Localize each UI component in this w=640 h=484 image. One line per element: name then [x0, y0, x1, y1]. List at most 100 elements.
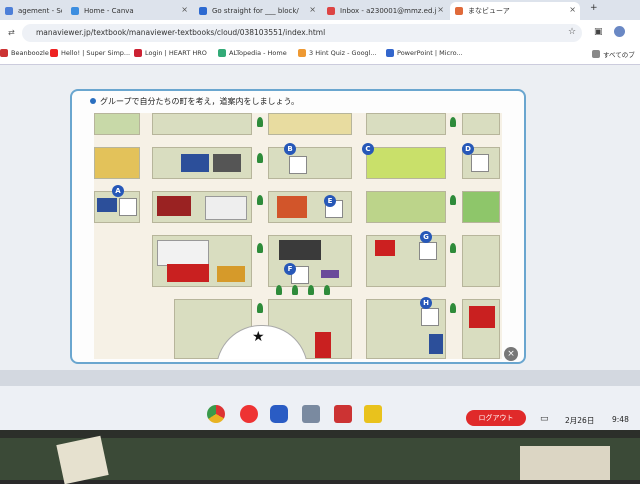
tree-icon	[324, 285, 330, 295]
tree-icon	[450, 195, 456, 205]
bookmark-label: ALTopedia - Home	[229, 49, 287, 57]
house-blue-roof	[97, 198, 117, 212]
tab-2[interactable]: Go straight for ___ block/ ×	[194, 2, 320, 20]
map-block	[366, 235, 446, 287]
tab-favicon-icon	[5, 7, 13, 15]
app-yellow-icon[interactable]	[364, 405, 382, 423]
bookmark-icon	[134, 49, 142, 57]
bookmark-item[interactable]: PowerPoint | Micro...	[386, 49, 463, 57]
map-block	[366, 299, 446, 359]
map-block	[366, 147, 446, 179]
close-icon[interactable]: ×	[569, 5, 576, 14]
bookmark-item[interactable]: ALTopedia - Home	[218, 49, 287, 57]
close-icon[interactable]: ×	[181, 5, 188, 14]
all-bookmarks[interactable]: すべてのブ	[592, 49, 635, 59]
url-text: manaviewer.jp/textbook/manaviewer-textbo…	[36, 28, 326, 37]
viewer-toolbar-strip	[0, 370, 640, 386]
house-red-roof	[315, 332, 331, 358]
empty-lot	[289, 156, 307, 174]
tab-1[interactable]: Home - Canva ×	[66, 2, 192, 20]
marker-b: B	[284, 143, 296, 155]
bookmark-label: PowerPoint | Micro...	[397, 49, 463, 57]
bullet-icon	[90, 98, 96, 104]
bookmarks-bar: Beanboozle Hello! | Super Simp... Login …	[0, 46, 640, 65]
marker-f: F	[284, 263, 296, 275]
map-block	[462, 235, 500, 287]
monitor-screen: agement - Sc Home - Canva × Go straight …	[0, 0, 640, 430]
marker-d: D	[462, 143, 474, 155]
house-white	[205, 196, 247, 220]
town-map[interactable]: ★ A B C D E F G H	[94, 113, 502, 359]
chrome-icon[interactable]	[207, 405, 225, 423]
tab-title: まなビューア	[468, 7, 510, 15]
folder-icon	[592, 50, 600, 58]
new-tab-button[interactable]: +	[590, 3, 598, 13]
profile-icon[interactable]	[614, 26, 625, 37]
all-bookmarks-label: すべてのブ	[603, 51, 635, 59]
house-orange-roof	[217, 266, 245, 282]
bookmark-icon	[218, 49, 226, 57]
tree-icon	[257, 117, 263, 127]
tree-icon	[450, 303, 456, 313]
screen-cast-icon[interactable]: ▭	[540, 414, 549, 424]
map-block	[94, 147, 140, 179]
app-n-icon[interactable]	[334, 405, 352, 423]
tab-title: Home - Canva	[84, 7, 134, 15]
bookmark-label: Beanboozle	[11, 49, 49, 57]
extensions-icon[interactable]: ▣	[594, 27, 603, 37]
building-red-roof	[167, 264, 209, 282]
bookmark-item[interactable]: Beanboozle	[0, 49, 49, 57]
tab-0[interactable]: agement - Sc	[0, 2, 62, 20]
empty-lot	[419, 242, 437, 260]
tree-icon	[257, 303, 263, 313]
tree-icon	[276, 285, 282, 295]
instruction-line: グループで自分たちの町を考え，道案内をしましょう。	[90, 96, 299, 107]
house-red-roof	[375, 240, 395, 256]
close-icon[interactable]: ×	[437, 5, 444, 14]
tab-3[interactable]: Inbox - a230001@mmz.ed.j ×	[322, 2, 448, 20]
app-gray-icon[interactable]	[302, 405, 320, 423]
tree-icon	[257, 195, 263, 205]
house-gray-roof	[213, 154, 241, 172]
bookmark-icon	[0, 49, 8, 57]
site-info-icon[interactable]: ⇄	[8, 28, 15, 37]
marker-a: A	[112, 185, 124, 197]
tray-time[interactable]: 9:48	[612, 415, 629, 424]
bookmark-icon	[50, 49, 58, 57]
app-blue-icon[interactable]	[270, 405, 288, 423]
bookmark-item[interactable]: 3 Hint Quiz - Googl...	[298, 49, 377, 57]
shelf-taskbar: ログアウト ▭ 2月26日 9:48	[0, 386, 640, 430]
tab-4-active[interactable]: まなビューア ×	[450, 2, 580, 20]
start-point-star-icon: ★	[252, 329, 265, 345]
marker-g: G	[420, 231, 432, 243]
tree-icon	[257, 153, 263, 163]
close-icon[interactable]: ×	[309, 5, 316, 14]
logout-button[interactable]: ログアウト	[466, 410, 526, 426]
bookmark-label: Login | HEART HRO	[145, 49, 207, 57]
tree-icon	[450, 117, 456, 127]
building-white	[157, 240, 209, 266]
map-block	[152, 113, 252, 135]
empty-lot	[421, 308, 439, 326]
tab-title: agement - Sc	[18, 7, 62, 15]
marker-e: E	[324, 195, 336, 207]
tab-bar: agement - Sc Home - Canva × Go straight …	[0, 0, 640, 20]
bookmark-item[interactable]: Hello! | Super Simp...	[50, 49, 130, 57]
tree-icon	[257, 243, 263, 253]
map-block	[152, 191, 252, 223]
address-bar[interactable]: manaviewer.jp/textbook/manaviewer-textbo…	[22, 24, 582, 42]
map-block	[152, 235, 252, 287]
bookmark-star-icon[interactable]: ☆	[568, 27, 576, 37]
tray-date[interactable]: 2月26日	[565, 415, 594, 426]
bookmark-item[interactable]: Login | HEART HRO	[134, 49, 207, 57]
bookmark-label: Hello! | Super Simp...	[61, 49, 131, 57]
tree-icon	[450, 243, 456, 253]
bookmark-label: 3 Hint Quiz - Googl...	[309, 49, 377, 57]
viewer-page: グループで自分たちの町を考え，道案内をしましょう。 ★ A B C D E F …	[0, 65, 640, 370]
map-block	[366, 113, 446, 135]
map-block	[268, 113, 352, 135]
tree-icon	[292, 285, 298, 295]
house-dark-roof	[279, 240, 321, 260]
app-red-icon[interactable]	[240, 405, 258, 423]
close-button[interactable]: ×	[504, 347, 518, 361]
